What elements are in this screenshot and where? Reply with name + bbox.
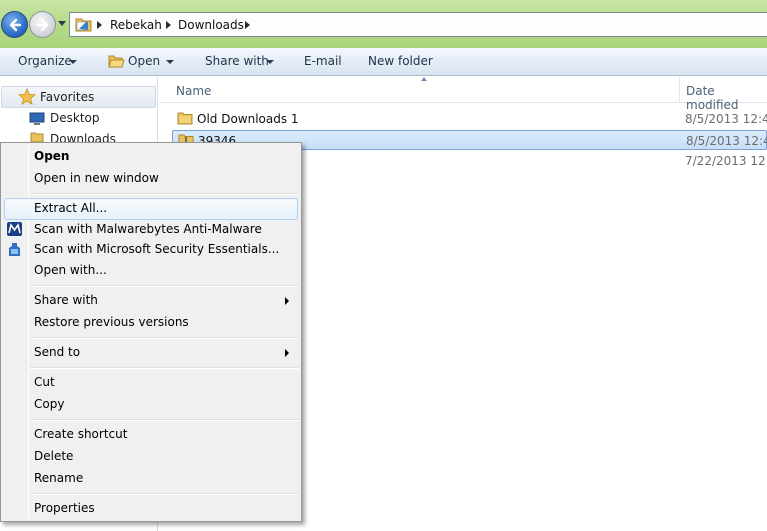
menu-separator xyxy=(30,419,299,421)
back-arrow-icon xyxy=(9,18,22,32)
share-with-button[interactable]: Share with xyxy=(205,54,269,68)
command-bar: Organize Open Share with E-mail New fold… xyxy=(0,48,767,76)
menu-item-copy[interactable]: Copy xyxy=(34,397,64,411)
menu-item-open[interactable]: Open xyxy=(34,149,69,163)
organize-button[interactable]: Organize xyxy=(18,54,72,68)
breadcrumb-separator-icon[interactable] xyxy=(97,21,102,29)
menu-item-rename[interactable]: Rename xyxy=(34,471,83,485)
star-icon xyxy=(18,88,36,106)
menu-item-share-with[interactable]: Share with xyxy=(34,293,98,307)
new-folder-button[interactable]: New folder xyxy=(368,54,433,68)
submenu-arrow-icon xyxy=(285,349,289,357)
file-name: Old Downloads 1 xyxy=(197,112,299,126)
share-with-dropdown-icon[interactable] xyxy=(266,60,274,64)
column-header-name[interactable]: Name xyxy=(176,84,211,98)
menu-item-open-in-new-window[interactable]: Open in new window xyxy=(34,171,159,185)
favorites-header[interactable]: Favorites xyxy=(1,86,156,108)
nav-item-desktop[interactable]: Desktop xyxy=(50,111,100,125)
breadcrumb-separator-icon[interactable] xyxy=(245,21,250,29)
folder-icon xyxy=(177,112,193,125)
open-button[interactable]: Open xyxy=(128,54,160,68)
menu-separator xyxy=(30,285,299,287)
address-box[interactable]: Rebekah Downloads xyxy=(69,12,767,37)
menu-separator xyxy=(30,193,299,195)
downloads-folder-icon xyxy=(30,132,44,142)
forward-arrow-icon xyxy=(36,18,49,32)
menu-item-open-with[interactable]: Open with... xyxy=(34,263,107,277)
menu-item-send-to[interactable]: Send to xyxy=(34,345,80,359)
menu-item-delete[interactable]: Delete xyxy=(34,449,73,463)
sort-ascending-icon xyxy=(421,77,427,81)
breadcrumb-rebekah[interactable]: Rebekah xyxy=(110,18,162,32)
column-header-row: Name Date modified xyxy=(159,77,767,112)
file-row[interactable]: Old Downloads 1 8/5/2013 12:47 xyxy=(172,109,767,129)
open-dropdown-icon[interactable] xyxy=(166,60,174,64)
menu-item-extract-all[interactable]: Extract All... xyxy=(34,201,107,215)
folder-icon xyxy=(75,18,92,32)
organize-dropdown-icon[interactable] xyxy=(69,60,77,64)
breadcrumb-separator-icon[interactable] xyxy=(166,21,171,29)
breadcrumb-downloads[interactable]: Downloads xyxy=(178,18,244,32)
back-button[interactable] xyxy=(1,11,28,38)
recent-pages-dropdown-icon[interactable] xyxy=(58,21,66,26)
email-button[interactable]: E-mail xyxy=(304,54,342,68)
file-date: 7/22/2013 12:53 xyxy=(685,154,767,168)
forward-button[interactable] xyxy=(29,11,56,38)
menu-item-restore-previous-versions[interactable]: Restore previous versions xyxy=(34,315,189,329)
desktop-icon xyxy=(29,112,45,125)
address-bar-strip: Rebekah Downloads xyxy=(0,0,767,48)
menu-item-scan-malwarebytes[interactable]: Scan with Malwarebytes Anti-Malware xyxy=(34,222,262,236)
file-date: 8/5/2013 12:47 xyxy=(685,112,767,126)
column-divider[interactable] xyxy=(679,77,680,103)
menu-item-scan-security-essentials[interactable]: Scan with Microsoft Security Essentials.… xyxy=(34,242,279,256)
submenu-arrow-icon xyxy=(285,297,289,305)
favorites-label: Favorites xyxy=(40,90,95,104)
file-date: 8/5/2013 12:41 xyxy=(686,134,767,148)
security-essentials-icon xyxy=(9,243,20,256)
context-menu: Open Open in new window Extract All... S… xyxy=(0,142,302,522)
malwarebytes-icon xyxy=(7,222,22,236)
menu-separator xyxy=(30,493,299,495)
menu-separator xyxy=(30,337,299,339)
menu-item-properties[interactable]: Properties xyxy=(34,501,95,515)
menu-item-cut[interactable]: Cut xyxy=(34,375,55,389)
menu-separator xyxy=(30,367,299,369)
column-header-date-modified[interactable]: Date modified xyxy=(686,84,767,112)
menu-item-create-shortcut[interactable]: Create shortcut xyxy=(34,427,127,441)
open-folder-icon xyxy=(108,55,125,68)
